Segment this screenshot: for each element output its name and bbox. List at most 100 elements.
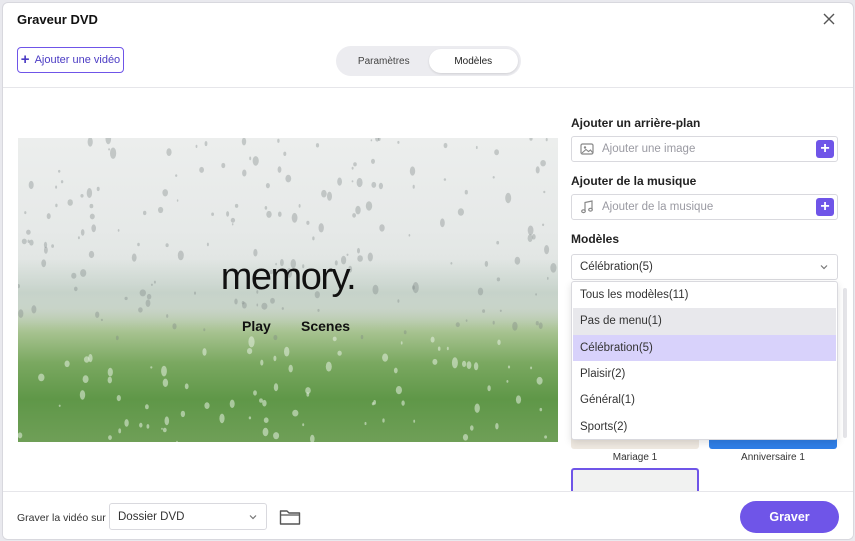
add-music-button[interactable]: + xyxy=(816,198,834,216)
rain-drop xyxy=(80,194,84,198)
rain-drop xyxy=(437,346,441,351)
add-background-button[interactable]: + xyxy=(816,140,834,158)
burn-destination-select[interactable]: Dossier DVD xyxy=(109,503,267,530)
dropdown-option-general[interactable]: Général(1) xyxy=(573,387,836,413)
close-icon[interactable] xyxy=(821,11,837,27)
rain-drop xyxy=(230,217,236,223)
rain-drop xyxy=(457,208,464,216)
rain-drop xyxy=(545,138,548,142)
toolbar-divider xyxy=(3,87,853,88)
background-image-field[interactable]: Ajouter une image + xyxy=(571,136,838,162)
rain-drop xyxy=(247,348,253,355)
rain-drop xyxy=(543,190,546,194)
templates-dropdown-list: Tous les modèles(11) Pas de menu(1) Célé… xyxy=(571,281,838,440)
rain-drop xyxy=(158,206,164,214)
rain-drop xyxy=(88,354,93,363)
rain-drop xyxy=(512,321,518,331)
rain-drop xyxy=(412,184,415,189)
rain-drop xyxy=(401,400,405,406)
rain-drop xyxy=(199,166,205,173)
rain-drop xyxy=(162,427,167,433)
rain-drop xyxy=(64,360,70,368)
rain-drop xyxy=(161,365,167,377)
rain-drop xyxy=(273,383,279,392)
rain-drop xyxy=(161,427,163,430)
preview-scenes-button[interactable]: Scenes xyxy=(301,318,350,334)
rain-drop xyxy=(204,402,210,409)
music-field[interactable]: Ajouter de la musique + xyxy=(571,194,838,220)
rain-drop xyxy=(382,353,389,362)
rain-drop xyxy=(540,160,546,167)
folder-icon[interactable] xyxy=(279,508,301,526)
rain-drop xyxy=(259,398,263,403)
rain-drop xyxy=(539,407,543,412)
preview-play-button[interactable]: Play xyxy=(242,318,271,334)
rain-drop xyxy=(118,428,122,434)
rain-drop xyxy=(252,156,259,166)
rain-drop xyxy=(162,189,168,197)
rain-drop xyxy=(265,183,270,189)
rain-drop xyxy=(21,238,27,245)
rain-drop xyxy=(357,247,360,254)
rain-drop xyxy=(352,213,356,218)
rain-drop xyxy=(165,243,169,248)
templates-select-value: Célébration(5) xyxy=(580,261,653,273)
rain-drop xyxy=(176,199,179,202)
rain-drop xyxy=(203,328,206,332)
templates-scrollbar[interactable] xyxy=(843,288,847,438)
background-image-placeholder: Ajouter une image xyxy=(602,143,696,155)
preview-menu-title: memory. xyxy=(220,256,357,298)
rain-drop xyxy=(18,309,24,318)
dropdown-option-plaisir[interactable]: Plaisir(2) xyxy=(573,361,836,387)
rain-drop xyxy=(371,158,375,164)
rain-drop xyxy=(273,432,280,440)
burn-destination-value: Dossier DVD xyxy=(118,510,185,523)
rain-drop xyxy=(51,244,54,248)
dropdown-option-pas-de-menu[interactable]: Pas de menu(1) xyxy=(573,308,836,335)
rain-drop xyxy=(162,378,169,387)
rain-drop xyxy=(204,141,208,147)
rain-drop xyxy=(506,380,509,383)
tab-modeles[interactable]: Modèles xyxy=(428,49,518,73)
rain-drop xyxy=(58,169,61,173)
rain-drop xyxy=(298,204,301,208)
rain-drop xyxy=(327,191,332,201)
rain-drop xyxy=(86,188,93,198)
rain-drop xyxy=(264,206,268,210)
rain-drop xyxy=(365,201,373,211)
rain-drop xyxy=(291,212,298,223)
tab-parametres[interactable]: Paramètres xyxy=(339,49,429,73)
rain-drop xyxy=(487,385,491,392)
rain-drop xyxy=(360,334,364,340)
rain-drop xyxy=(260,359,264,366)
rain-drop xyxy=(395,386,402,395)
add-video-button[interactable]: + Ajouter une vidéo xyxy=(17,47,124,73)
rain-drop xyxy=(79,390,86,400)
rain-drop xyxy=(310,434,315,442)
dropdown-option-sports[interactable]: Sports(2) xyxy=(573,413,836,439)
rain-drop xyxy=(166,314,169,318)
rain-drop xyxy=(337,177,342,186)
rain-drop xyxy=(397,140,400,144)
rain-drop xyxy=(234,203,239,208)
rain-drop xyxy=(180,410,186,418)
dropdown-option-celebration[interactable]: Célébration(5) xyxy=(573,334,836,361)
rain-drop xyxy=(108,148,111,151)
rain-drop xyxy=(24,211,27,215)
rain-drop xyxy=(317,308,320,312)
rain-drop xyxy=(455,322,460,328)
rain-drop xyxy=(496,240,500,245)
dropdown-option-tous[interactable]: Tous les modèles(11) xyxy=(573,282,836,308)
rain-drop xyxy=(473,362,479,371)
templates-select[interactable]: Célébration(5) xyxy=(571,254,838,280)
rain-drop xyxy=(466,361,472,369)
rain-drop xyxy=(107,376,113,384)
rain-drop xyxy=(278,211,282,217)
rain-drop xyxy=(542,223,545,227)
rain-drop xyxy=(378,182,383,190)
rain-drop xyxy=(312,236,315,241)
rain-drop xyxy=(95,311,100,318)
rain-drop xyxy=(393,367,398,374)
rain-drop xyxy=(332,336,337,342)
burn-button[interactable]: Graver xyxy=(740,501,839,533)
